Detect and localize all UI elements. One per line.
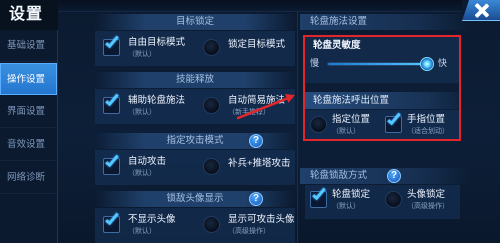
option-label: 锁定目标模式 [228, 39, 286, 50]
slider-fill [328, 63, 427, 65]
option-label: 自动简易施法 [228, 95, 286, 106]
option-toggle[interactable] [310, 185, 327, 208]
section-header-attack-mode: 指定攻击模式 [95, 133, 295, 149]
check-icon [105, 152, 119, 168]
sidebar-item-network[interactable]: 网络诊断 [0, 162, 57, 194]
option-note: （默认） [128, 109, 156, 116]
option-wheel-lock[interactable]: 轮盘锁定 （默认） [305, 185, 380, 219]
option-toggle[interactable] [103, 210, 120, 233]
sidebar: 基础设置 操作设置 界面设置 音效设置 网络诊断 [0, 30, 58, 243]
option-note: （默认） [332, 203, 360, 210]
option-last-hit-tower-attack[interactable]: 补兵+推塔攻击 [195, 150, 295, 185]
option-toggle[interactable] [385, 110, 402, 133]
settings-screen: 设置 基础设置 操作设置 界面设置 音效设置 网络诊断 目标锁定 自由目标模式 … [0, 0, 500, 243]
option-auto-attack[interactable]: 自动攻击 （默认） [95, 150, 195, 185]
option-toggle[interactable] [203, 216, 220, 233]
section-header-wheel-lock: 轮盘锁敌方式 [300, 168, 470, 184]
option-row-target-lock: 自由目标模式 （默认） 锁定目标模式 [95, 31, 295, 66]
section-header-enemy-avatar: 锁敌头像显示 [95, 191, 295, 207]
option-finger-position[interactable]: 手指位置 （适合划动） [380, 110, 460, 140]
top-band [58, 0, 462, 12]
option-label: 自动攻击 [128, 156, 167, 167]
option-note: （适合划动） [407, 128, 449, 135]
slider-min-label: 慢 [310, 58, 320, 68]
section-header-target-lock: 目标锁定 [95, 14, 295, 30]
section-header-skill-cast: 技能释放 [95, 72, 295, 88]
sensitivity-slider[interactable] [327, 57, 434, 71]
option-show-attackable-avatar[interactable]: 显示可攻击头像 （高级操作） [195, 208, 295, 243]
option-toggle[interactable] [203, 39, 220, 56]
option-lock-target[interactable]: 锁定目标模式 [195, 31, 295, 66]
option-note: （高级操作） [407, 203, 449, 210]
option-label: 自由目标模式 [128, 37, 186, 48]
option-note: （默认） [332, 128, 360, 135]
slider-max-label: 快 [438, 58, 448, 68]
option-note: （高级操作） [228, 228, 270, 235]
sidebar-item-basic[interactable]: 基础设置 [0, 30, 57, 62]
sidebar-item-controls[interactable]: 操作设置 [0, 63, 57, 95]
option-label: 不显示头像 [128, 214, 176, 225]
help-icon[interactable] [387, 169, 401, 183]
page-title: 设置 [9, 6, 44, 23]
option-assist-wheel-cast[interactable]: 辅助轮盘施法 （默认） [95, 89, 195, 124]
option-avatar-lock[interactable]: 头像锁定 （高级操作） [380, 185, 460, 219]
check-icon [387, 110, 401, 126]
option-label: 轮盘锁定 [332, 189, 371, 200]
close-icon [474, 3, 490, 18]
option-auto-simple-cast[interactable]: 自动简易施法 （新手推荐） [195, 89, 295, 124]
help-icon[interactable] [249, 192, 263, 206]
option-fixed-position[interactable]: 指定位置 （默认） [305, 110, 380, 140]
option-row-callout-position: 指定位置 （默认） 手指位置 （适合划动） [305, 110, 460, 140]
option-row-enemy-avatar: 不显示头像 （默认） 显示可攻击头像 （高级操作） [95, 208, 295, 243]
option-toggle[interactable] [103, 152, 120, 175]
option-note: （默认） [128, 170, 156, 177]
option-toggle[interactable] [385, 191, 402, 208]
option-label: 手指位置 [407, 114, 446, 125]
section-header-callout-position: 轮盘施法呼出位置 [305, 92, 460, 109]
check-icon [105, 210, 119, 226]
slider-thumb[interactable] [419, 57, 434, 71]
help-icon[interactable] [249, 134, 263, 148]
check-icon [105, 91, 119, 107]
option-toggle[interactable] [203, 158, 220, 175]
option-label: 指定位置 [332, 114, 371, 125]
column-divider [297, 12, 298, 243]
option-row-skill-cast: 辅助轮盘施法 （默认） 自动简易施法 （新手推荐） [95, 89, 295, 124]
check-icon [105, 33, 119, 49]
option-hide-avatar[interactable]: 不显示头像 （默认） [95, 208, 195, 243]
sidebar-item-audio[interactable]: 音效设置 [0, 129, 57, 161]
option-label: 补兵+推塔攻击 [228, 158, 291, 169]
check-icon [312, 185, 326, 201]
option-label: 头像锁定 [407, 189, 446, 200]
option-toggle[interactable] [103, 33, 120, 56]
option-free-target[interactable]: 自由目标模式 （默认） [95, 31, 195, 66]
option-row-wheel-lock: 轮盘锁定 （默认） 头像锁定 （高级操作） [305, 185, 460, 219]
option-label: 显示可攻击头像 [228, 214, 295, 225]
option-note: （默认） [128, 228, 156, 235]
sidebar-item-interface[interactable]: 界面设置 [0, 96, 57, 128]
option-note: （新手推荐） [228, 109, 270, 116]
option-toggle[interactable] [203, 97, 220, 114]
sensitivity-label: 轮盘灵敏度 [313, 40, 361, 51]
option-note: （默认） [128, 51, 156, 58]
option-row-attack-mode: 自动攻击 （默认） 补兵+推塔攻击 [95, 150, 295, 185]
option-toggle[interactable] [310, 116, 327, 133]
option-toggle[interactable] [103, 91, 120, 114]
section-header-wheel-cast: 轮盘施法设置 [300, 14, 470, 30]
option-label: 辅助轮盘施法 [128, 95, 186, 106]
